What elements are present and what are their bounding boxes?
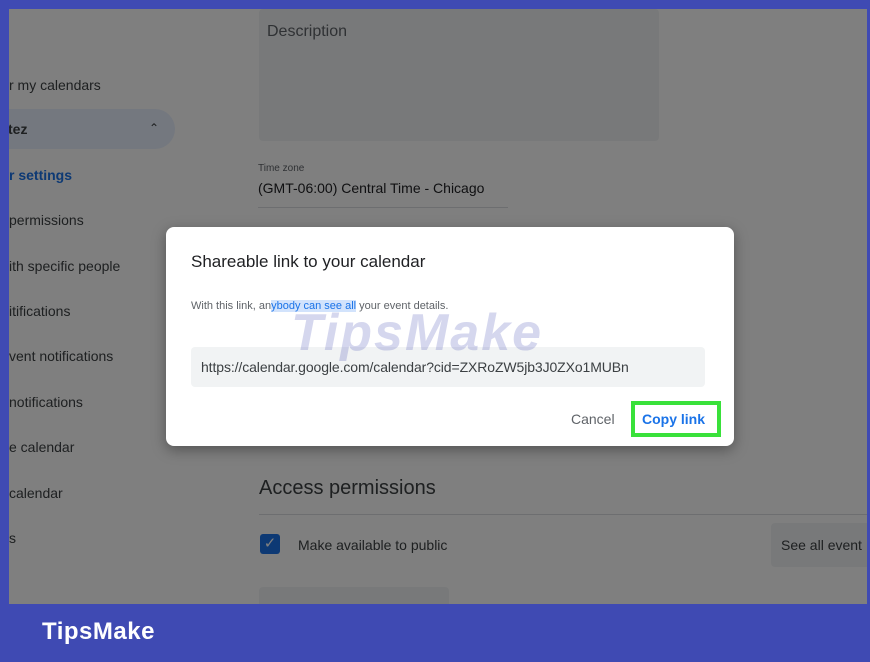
frame-border-left: [0, 0, 9, 662]
copy-link-button[interactable]: Copy link: [631, 401, 721, 437]
brand-logo-text: TipsMake: [42, 618, 155, 645]
watermark: TipsMake: [291, 304, 544, 362]
copy-link-label: Copy link: [642, 411, 706, 427]
dialog-body-prefix: With this link, an: [191, 300, 272, 312]
image-frame: r my calendars ortez ⌃ r settings permis…: [0, 0, 870, 662]
frame-border-top: [0, 0, 870, 9]
cancel-button[interactable]: Cancel: [571, 411, 615, 427]
dialog-title: Shareable link to your calendar: [191, 252, 426, 271]
calendar-settings-screen: r my calendars ortez ⌃ r settings permis…: [9, 9, 867, 604]
brand-footer: TipsMake: [0, 604, 870, 662]
